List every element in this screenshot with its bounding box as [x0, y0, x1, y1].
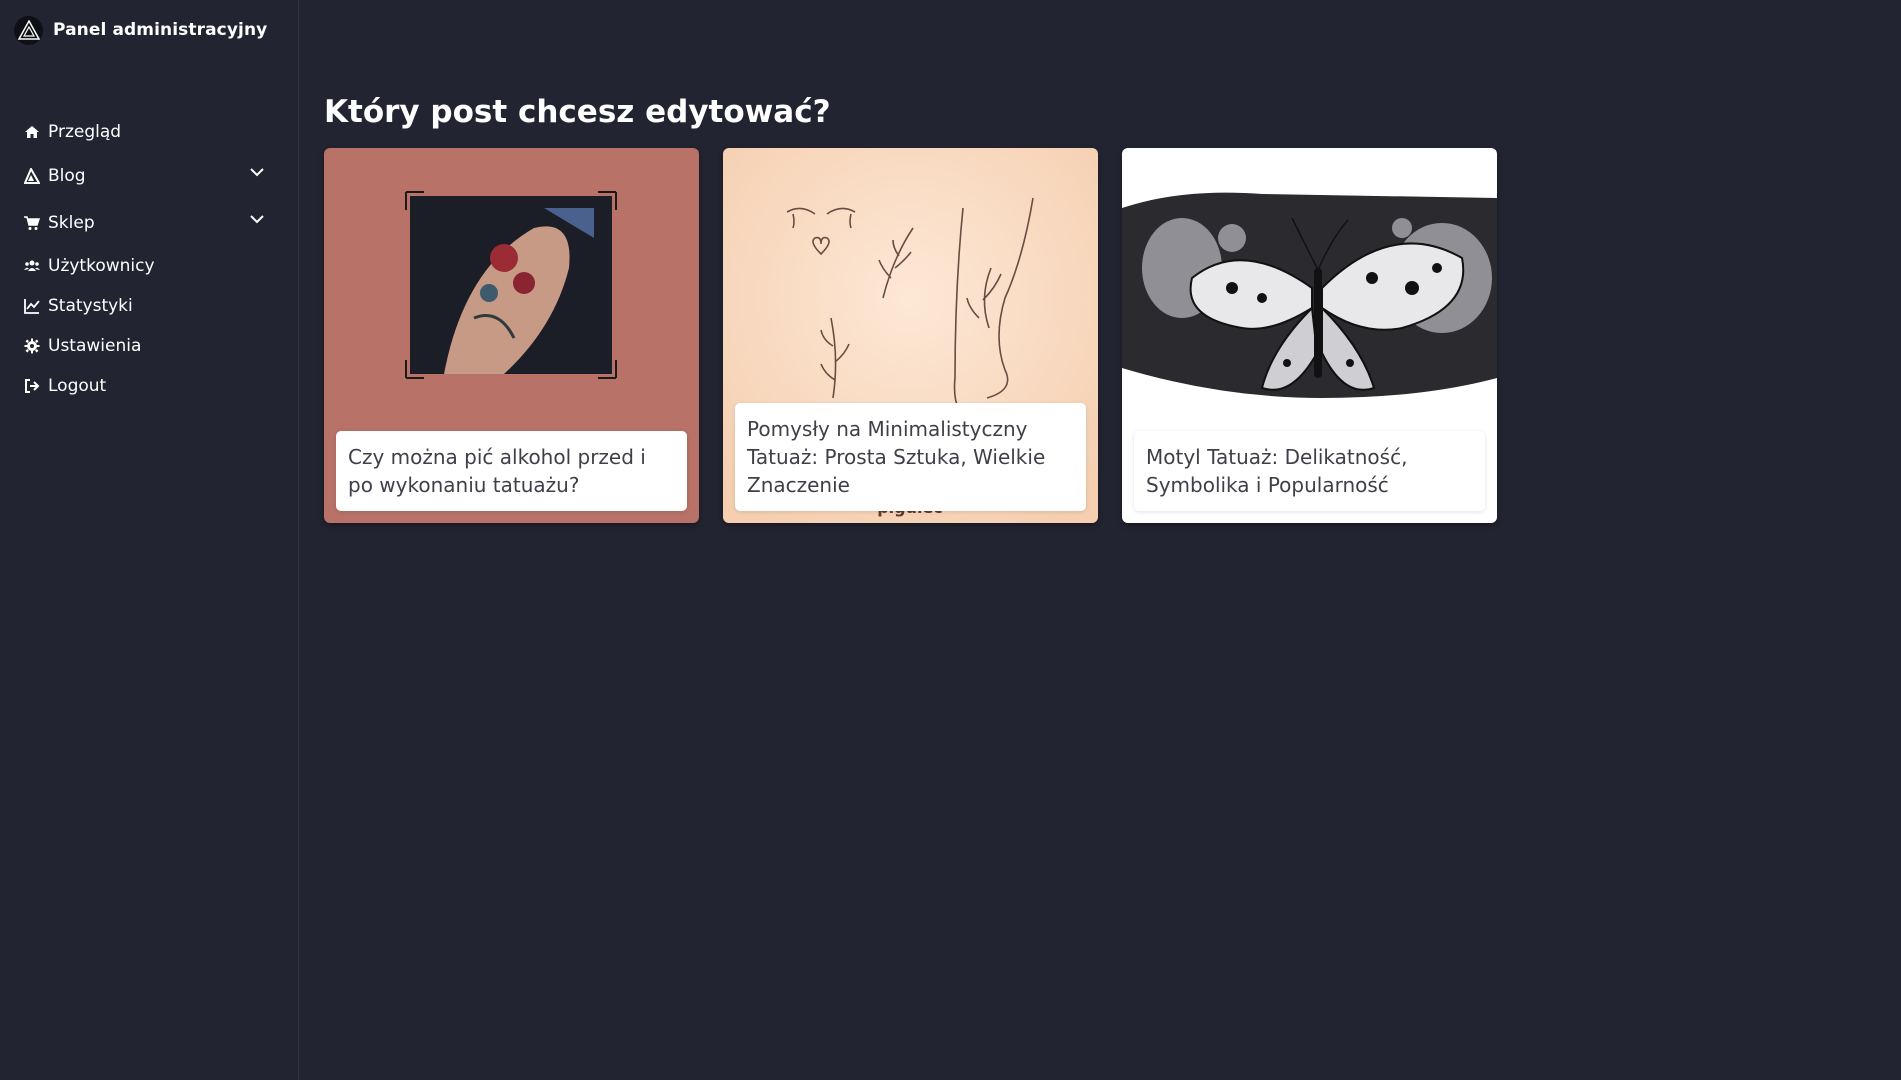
sidebar-item-uzytkownicy[interactable]: Użytkownicy: [0, 246, 299, 286]
sidebar: Panel administracyjny Przegląd Blog Skle…: [0, 0, 299, 1080]
brand[interactable]: Panel administracyjny: [14, 14, 267, 46]
logout-icon: [24, 378, 40, 394]
sidebar-item-logout[interactable]: Logout: [0, 366, 299, 406]
post-card[interactable]: pigulec Pomysły na Minimalistyczny Tatua…: [723, 148, 1098, 523]
chart-line-icon: [24, 298, 40, 314]
sidebar-item-ustawienia[interactable]: Ustawienia: [0, 326, 299, 366]
sidebar-nav: Przegląd Blog Sklep Użytkownicy Statysty…: [0, 112, 299, 406]
home-icon: [24, 124, 40, 140]
sidebar-item-blog[interactable]: Blog: [0, 152, 299, 199]
page-title: Który post chcesz edytować?: [324, 94, 831, 130]
sidebar-item-label: Logout: [48, 376, 107, 396]
sidebar-item-label: Przegląd: [48, 122, 122, 142]
app-title: Panel administracyjny: [53, 20, 268, 40]
post-card[interactable]: Motyl Tatuaż: Delikatność, Symbolika i P…: [1122, 148, 1497, 523]
main-content: Który post chcesz edytować? Czy można pi…: [300, 0, 1901, 1080]
sidebar-item-label: Sklep: [48, 212, 95, 233]
logo-icon: [14, 15, 43, 45]
sidebar-item-label: Użytkownicy: [48, 256, 155, 276]
app: Panel administracyjny Przegląd Blog Skle…: [0, 0, 1901, 1080]
post-title: Czy można pić alkohol przed i po wykonan…: [336, 431, 687, 511]
sidebar-item-przeglad[interactable]: Przegląd: [0, 112, 299, 152]
sidebar-item-label: Blog: [48, 165, 86, 186]
users-icon: [24, 258, 40, 274]
post-title: Motyl Tatuaż: Delikatność, Symbolika i P…: [1134, 431, 1485, 511]
chevron-down-icon[interactable]: [249, 164, 265, 180]
gear-icon: [24, 338, 40, 354]
post-card[interactable]: Czy można pić alkohol przed i po wykonan…: [324, 148, 699, 523]
cart-icon: [24, 215, 40, 231]
post-title: Pomysły na Minimalistyczny Tatuaż: Prost…: [735, 403, 1086, 511]
post-grid: Czy można pić alkohol przed i po wykonan…: [324, 148, 1497, 523]
sidebar-item-label: Ustawienia: [48, 336, 142, 356]
sidebar-item-label: Statystyki: [48, 296, 133, 316]
sidebar-item-statystyki[interactable]: Statystyki: [0, 286, 299, 326]
sidebar-item-sklep[interactable]: Sklep: [0, 199, 299, 246]
chevron-down-icon[interactable]: [249, 211, 265, 227]
blog-icon: [24, 167, 40, 184]
